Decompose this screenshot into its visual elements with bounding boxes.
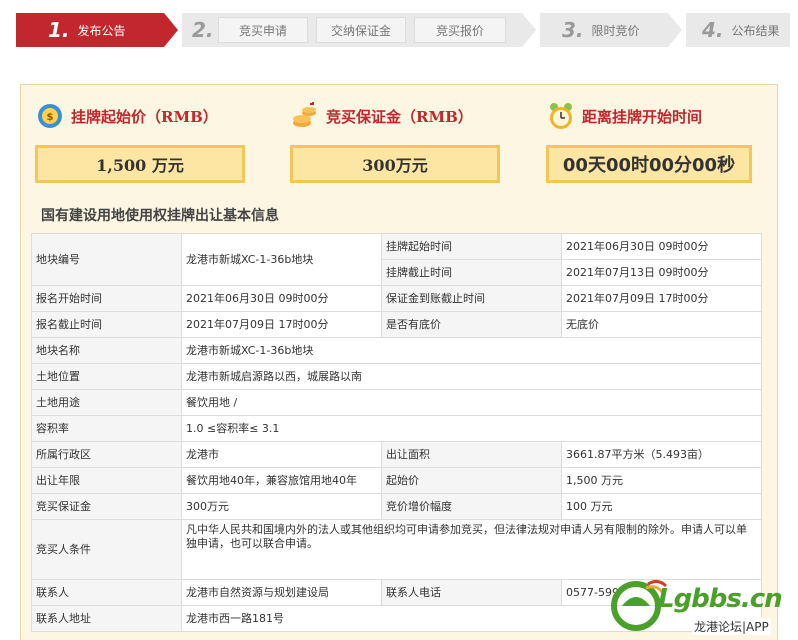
- substep-pay-deposit[interactable]: 交纳保证金: [316, 17, 406, 43]
- table-value: 2021年06月30日 09时00分: [181, 285, 382, 312]
- table-value: 龙港市新城XC-1-36b地块: [181, 233, 382, 286]
- alarm-clock-icon: [546, 101, 576, 131]
- table-key: 地块编号: [31, 233, 182, 286]
- bidding-substeps: 竞买申请 交纳保证金 竞买报价: [218, 17, 506, 43]
- table-key: 联系人电话: [381, 579, 562, 606]
- table-value: 1,500 万元: [561, 467, 762, 494]
- table-key: 竞买人条件: [31, 519, 182, 580]
- progress-steps: 1. 发布公告 2. 竞买申请 交纳保证金 竞买报价 3. 限时竞价 4. 公布…: [16, 13, 790, 47]
- table-row: 出让年限 餐饮用地40年，兼容旅馆用地40年 起始价 1,500 万元: [31, 467, 762, 494]
- table-key: 联系人: [31, 579, 182, 606]
- section-title: 国有建设用地使用权挂牌出让基本信息: [41, 208, 279, 224]
- table-row: 土地位置 龙港市新城启源路以西，城展路以南: [31, 363, 762, 390]
- table-key: 土地位置: [31, 363, 182, 390]
- table-row: 所属行政区 龙港市 出让面积 3661.87平方米（5.493亩）: [31, 441, 762, 468]
- substep-quote[interactable]: 竞买报价: [414, 17, 506, 43]
- table-value: 2021年07月09日 17时00分: [561, 285, 762, 312]
- step-arrow: [164, 13, 178, 47]
- step-arrow: [522, 13, 536, 47]
- table-value: 300万元: [181, 493, 382, 520]
- table-key: 竞买保证金: [31, 493, 182, 520]
- table-key: 报名开始时间: [31, 285, 182, 312]
- table-value: 龙港市新城启源路以西，城展路以南: [181, 363, 762, 390]
- summary-cards: $ 挂牌起始价（RMB） 1,500 万元 竞买保证金（RMB） 300万元 距…: [21, 85, 777, 195]
- step-number: 2.: [192, 18, 214, 42]
- table-row: 地块名称 龙港市新城XC-1-36b地块: [31, 337, 762, 364]
- table-key: 地块名称: [31, 337, 182, 364]
- step-label: 发布公告: [77, 23, 126, 38]
- step-arrow: [668, 13, 682, 47]
- deposit-value: 300万元: [290, 145, 500, 183]
- table-key: 起始价: [381, 467, 562, 494]
- step-timed-bidding[interactable]: 3. 限时竞价: [540, 13, 668, 47]
- table-key: 土地用途: [31, 389, 182, 416]
- table-key: 挂牌截止时间: [381, 259, 562, 286]
- deposit-card: 竞买保证金（RMB） 300万元: [290, 99, 500, 183]
- table-key: 联系人地址: [31, 605, 182, 632]
- table-row: 土地用途 餐饮用地 /: [31, 389, 762, 416]
- table-key: 出让面积: [381, 441, 562, 468]
- step-label: 限时竞价: [591, 23, 640, 38]
- step-publish-notice[interactable]: 1. 发布公告: [16, 13, 164, 47]
- auction-info-panel: $ 挂牌起始价（RMB） 1,500 万元 竞买保证金（RMB） 300万元 距…: [20, 84, 778, 640]
- step-number: 1.: [48, 18, 70, 42]
- table-key: 出让年限: [31, 467, 182, 494]
- table-value: 餐饮用地40年，兼容旅馆用地40年: [181, 467, 382, 494]
- step-number: 3.: [562, 18, 584, 42]
- table-value: 2021年06月30日 09时00分: [561, 233, 762, 260]
- table-value: 餐饮用地 /: [181, 389, 762, 416]
- table-key: 报名截止时间: [31, 311, 182, 338]
- start-price-value: 1,500 万元: [35, 145, 245, 183]
- money-cycle-icon: $: [35, 101, 65, 131]
- start-price-card: $ 挂牌起始价（RMB） 1,500 万元: [35, 99, 245, 183]
- lgbbs-logo-sub: 龙港论坛|APP: [692, 618, 771, 635]
- step-results[interactable]: 4. 公布结果: [686, 13, 790, 47]
- table-row: 报名截止时间 2021年07月09日 17时00分 是否有底价 无底价: [31, 311, 762, 338]
- step-number: 4.: [702, 18, 724, 42]
- table-value: 2021年07月09日 17时00分: [181, 311, 382, 338]
- table-row: 竞买保证金 300万元 竞价增价幅度 100 万元: [31, 493, 762, 520]
- table-value: 100 万元: [561, 493, 762, 520]
- countdown-value: 00天00时00分00秒: [546, 145, 752, 183]
- countdown-card: 距离挂牌开始时间 00天00时00分00秒: [546, 99, 752, 183]
- table-value: 无底价: [561, 311, 762, 338]
- substep-apply[interactable]: 竞买申请: [218, 17, 308, 43]
- countdown-title: 距离挂牌开始时间: [582, 107, 703, 126]
- table-row: 地块编号 龙港市新城XC-1-36b地块 挂牌起始时间 2021年06月30日 …: [31, 233, 762, 286]
- table-key: 保证金到账截止时间: [381, 285, 562, 312]
- table-row: 报名开始时间 2021年06月30日 09时00分 保证金到账截止时间 2021…: [31, 285, 762, 312]
- table-value: 1.0 ≤容积率≤ 3.1: [181, 415, 762, 442]
- table-value: 2021年07月13日 09时00分: [561, 259, 762, 286]
- step-label: 公布结果: [731, 23, 780, 38]
- table-value: 龙港市: [181, 441, 382, 468]
- table-key: 是否有底价: [381, 311, 562, 338]
- coins-icon: [290, 101, 320, 131]
- deposit-title: 竞买保证金（RMB）: [326, 107, 473, 126]
- table-key: 挂牌起始时间: [381, 233, 562, 260]
- lgbbs-logo-text: Lgbbs.cn: [658, 584, 783, 614]
- start-price-title: 挂牌起始价（RMB）: [71, 107, 218, 126]
- table-value: 龙港市自然资源与规划建设局: [181, 579, 382, 606]
- table-value: 3661.87平方米（5.493亩）: [561, 441, 762, 468]
- table-row: 容积率 1.0 ≤容积率≤ 3.1: [31, 415, 762, 442]
- svg-text:$: $: [47, 112, 54, 123]
- table-key: 容积率: [31, 415, 182, 442]
- table-value: 龙港市新城XC-1-36b地块: [181, 337, 762, 364]
- table-key: 竞价增价幅度: [381, 493, 562, 520]
- lgbbs-watermark: Lgbbs.cn 龙港论坛|APP: [608, 570, 794, 640]
- table-key: 所属行政区: [31, 441, 182, 468]
